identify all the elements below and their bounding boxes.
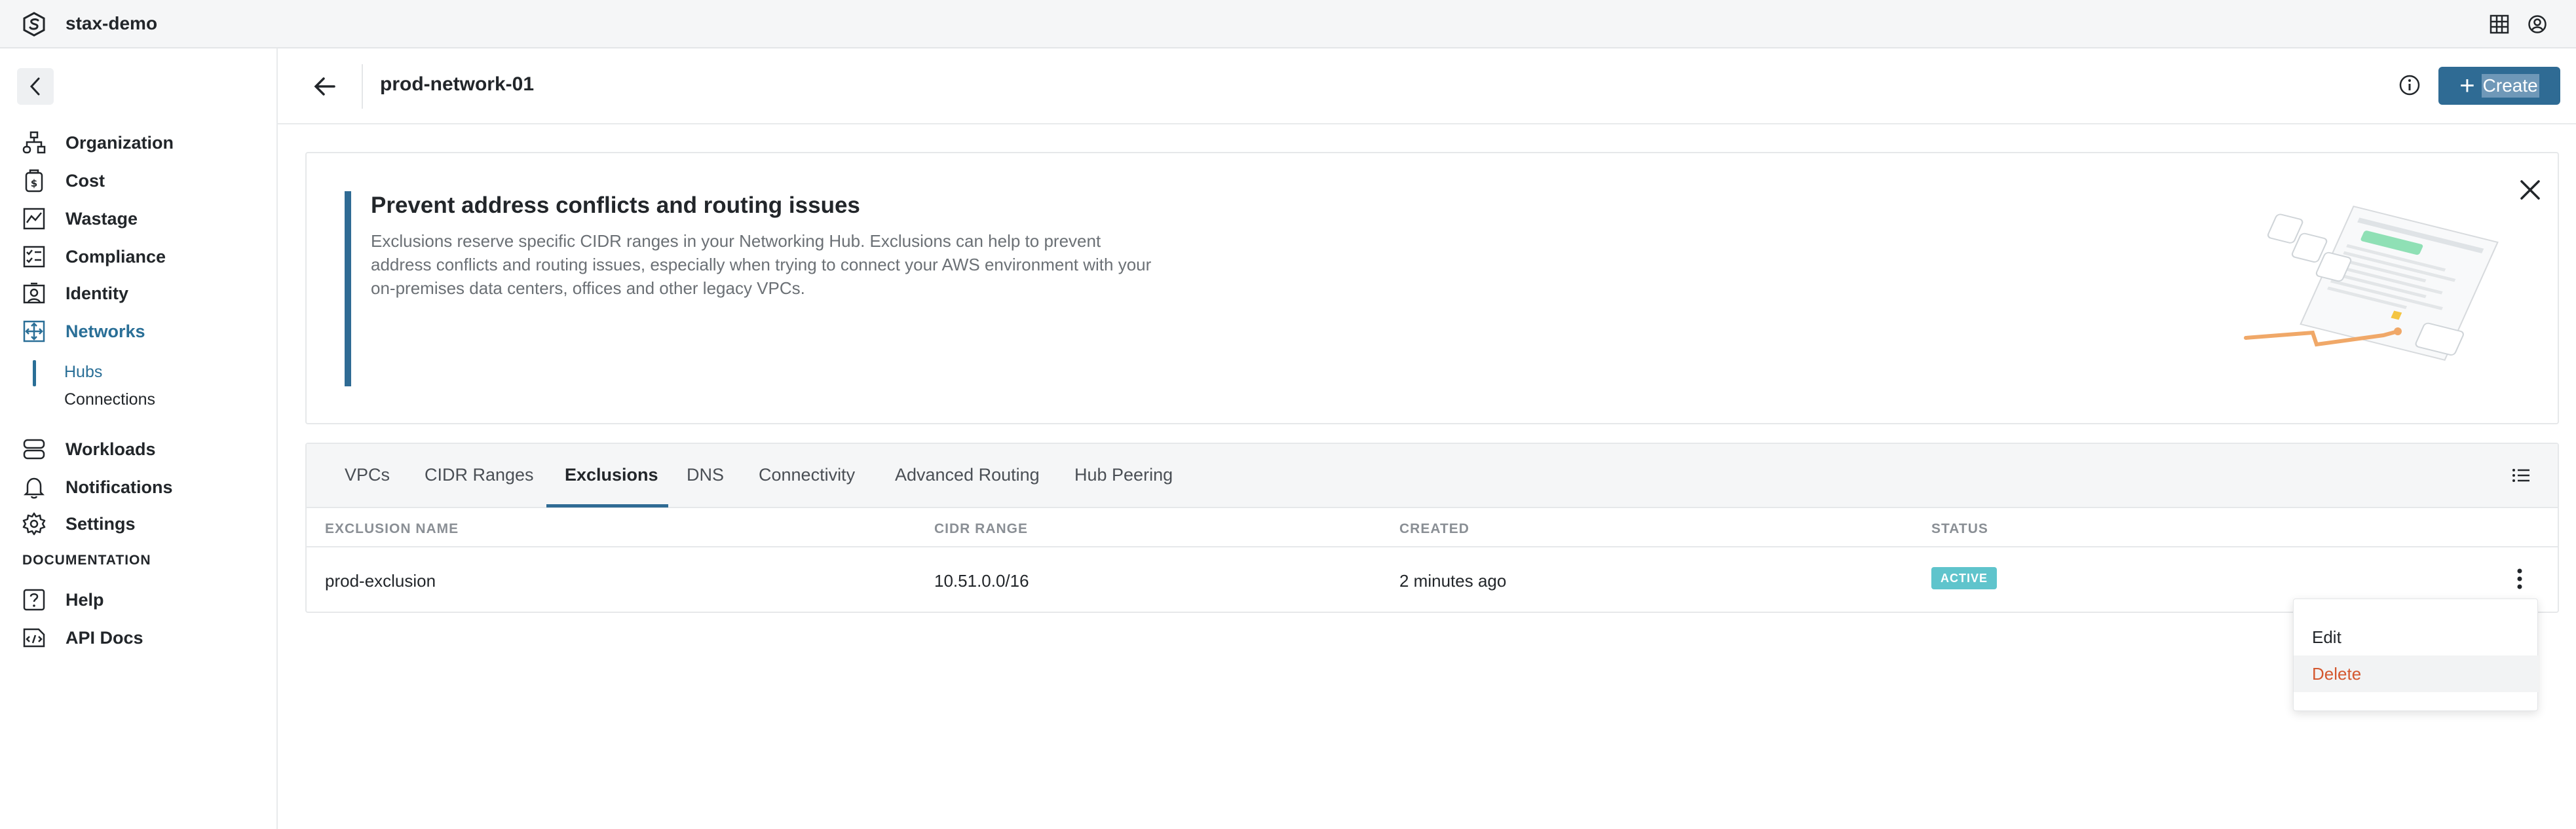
user-account-icon[interactable] xyxy=(2528,14,2547,34)
back-arrow-icon[interactable] xyxy=(312,73,338,100)
more-options-icon[interactable] xyxy=(2508,566,2531,592)
cell-created: 2 minutes ago xyxy=(1399,571,1507,591)
menu-item-delete[interactable]: Delete xyxy=(2294,655,2539,692)
banner-accent-bar xyxy=(345,191,351,386)
sidebar-item-label: Wastage xyxy=(66,208,138,229)
info-icon[interactable] xyxy=(2398,73,2421,97)
sidebar-item-label: Identity xyxy=(66,283,129,303)
page-header: prod-network-01 + Create xyxy=(278,48,2576,124)
menu-item-edit[interactable]: Edit xyxy=(2294,619,2539,655)
banner-title: Prevent address conflicts and routing is… xyxy=(371,193,860,218)
sidebar-item-label: Settings xyxy=(66,513,136,534)
sidebar-item-notifications[interactable]: Notifications xyxy=(22,474,173,500)
row-actions-menu: Edit Delete xyxy=(2293,599,2539,711)
top-bar: stax-demo xyxy=(0,0,2576,48)
sidebar-item-label: Notifications xyxy=(66,477,173,497)
network-illustration xyxy=(2244,205,2499,361)
close-icon[interactable] xyxy=(2517,177,2543,203)
column-header-status[interactable]: STATUS xyxy=(1931,521,1988,537)
sidebar-item-label: Compliance xyxy=(66,246,166,267)
gear-icon xyxy=(22,512,46,536)
list-view-icon[interactable] xyxy=(2510,465,2531,486)
create-button[interactable]: + Create xyxy=(2438,67,2560,105)
sidebar-item-label: Organization xyxy=(66,132,174,153)
column-header-cidr-range[interactable]: CIDR RANGE xyxy=(934,521,1028,537)
plus-icon: + xyxy=(2459,71,2475,100)
help-icon xyxy=(23,589,45,611)
column-header-exclusion-name[interactable]: EXCLUSION NAME xyxy=(325,521,459,537)
active-subitem-indicator xyxy=(33,360,36,386)
cost-icon: $ xyxy=(25,169,43,193)
sidebar-item-organization[interactable]: Organization xyxy=(22,130,174,156)
subnav-item-hubs[interactable]: Hubs xyxy=(64,363,102,382)
cell-exclusion-name[interactable]: prod-exclusion xyxy=(325,571,436,591)
identity-icon xyxy=(23,282,45,304)
sidebar-item-label: Workloads xyxy=(66,439,156,459)
exclusions-card: VPCs CIDR Ranges Exclusions DNS Connecti… xyxy=(305,443,2559,613)
cell-cidr-range: 10.51.0.0/16 xyxy=(934,571,1029,591)
create-button-label: Create xyxy=(2481,74,2539,98)
tab-cidr-ranges[interactable]: CIDR Ranges xyxy=(425,465,534,485)
stax-logo-icon[interactable] xyxy=(22,12,46,37)
tab-exclusions[interactable]: Exclusions xyxy=(565,465,658,485)
subnav-item-connections[interactable]: Connections xyxy=(64,390,155,409)
documentation-section-label: DOCUMENTATION xyxy=(22,553,151,568)
tab-hub-peering[interactable]: Hub Peering xyxy=(1074,465,1173,485)
sidebar-item-settings[interactable]: Settings xyxy=(22,511,136,537)
banner-description: Exclusions reserve specific CIDR ranges … xyxy=(371,231,1152,298)
sidebar-item-identity[interactable]: Identity xyxy=(22,280,128,306)
page-title: prod-network-01 xyxy=(380,73,535,95)
apps-grid-icon[interactable] xyxy=(2490,14,2509,34)
sidebar-item-compliance[interactable]: Compliance xyxy=(22,244,166,270)
column-header-created[interactable]: CREATED xyxy=(1399,521,1469,537)
collapse-sidebar-button[interactable] xyxy=(17,68,54,105)
active-tab-indicator xyxy=(546,504,668,507)
sidebar-item-networks[interactable]: Networks xyxy=(22,318,145,344)
wastage-icon xyxy=(23,208,45,230)
organization-icon xyxy=(22,131,46,154)
networks-icon xyxy=(23,320,45,342)
sidebar-item-label: Networks xyxy=(66,321,145,341)
sidebar-item-api-docs[interactable]: API Docs xyxy=(22,625,143,651)
sidebar-item-help[interactable]: Help xyxy=(22,587,104,613)
header-divider xyxy=(362,64,363,109)
sidebar-item-wastage[interactable]: Wastage xyxy=(22,206,138,232)
tab-advanced-routing[interactable]: Advanced Routing xyxy=(895,465,1040,485)
sidebar-item-label: Help xyxy=(66,589,104,610)
info-banner: Prevent address conflicts and routing is… xyxy=(305,152,2559,424)
tab-connectivity[interactable]: Connectivity xyxy=(759,465,855,485)
sidebar-item-cost[interactable]: $ Cost xyxy=(22,168,105,194)
bell-icon xyxy=(23,477,45,499)
status-badge: ACTIVE xyxy=(1931,567,1997,589)
svg-text:$: $ xyxy=(31,177,37,189)
tab-dns[interactable]: DNS xyxy=(687,465,724,485)
table-header-divider xyxy=(307,546,2558,547)
tab-bar: VPCs CIDR Ranges Exclusions DNS Connecti… xyxy=(307,444,2558,508)
workloads-icon xyxy=(23,439,45,460)
compliance-icon xyxy=(23,246,45,268)
chevron-left-icon xyxy=(29,77,40,96)
sidebar-item-label: Cost xyxy=(66,170,105,191)
api-docs-icon xyxy=(23,628,45,648)
sidebar-item-label: API Docs xyxy=(66,627,143,648)
tab-vpcs[interactable]: VPCs xyxy=(345,465,390,485)
sidebar: Organization $ Cost Wastage Compliance I… xyxy=(0,48,278,829)
app-name[interactable]: stax-demo xyxy=(66,13,157,34)
sidebar-item-workloads[interactable]: Workloads xyxy=(22,436,156,462)
